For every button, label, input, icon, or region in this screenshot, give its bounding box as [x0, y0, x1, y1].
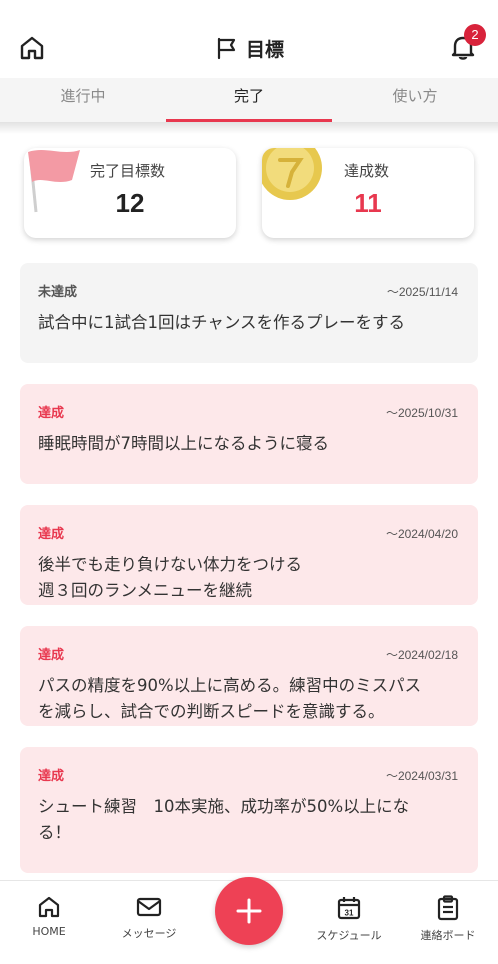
- goal-deadline: 〜2024/03/31: [385, 769, 458, 783]
- summary-cards: 完了目標数 12 達成数 11: [24, 148, 474, 240]
- goal-text-line: パスの精度を90%以上に高める。練習中のミスパス: [38, 676, 422, 695]
- nav-schedule-label: スケジュール: [316, 929, 382, 942]
- completed-goals-value: 12: [115, 188, 145, 218]
- goal-card[interactable]: 達成 〜2024/03/31 シュート練習 10本実施、成功率が50%以上にな …: [20, 747, 478, 873]
- achieved-goals-value: 11: [354, 188, 382, 218]
- tab-completed[interactable]: 完了: [166, 78, 332, 122]
- achieved-goals-card: 達成数 11: [262, 148, 474, 238]
- goal-card[interactable]: 達成 〜2024/02/18 パスの精度を90%以上に高める。練習中のミスパス …: [20, 626, 478, 726]
- goal-deadline: 〜2024/02/18: [385, 648, 458, 662]
- nav-home-label: HOME: [32, 925, 66, 938]
- goal-text: シュート練習 10本実施、成功率が50%以上にな る！: [38, 794, 460, 846]
- goal-text-line: 後半でも走り負けない体力をつける: [38, 555, 302, 574]
- goal-deadline: 〜2025/10/31: [385, 406, 458, 420]
- add-goal-button[interactable]: [215, 877, 283, 945]
- notification-badge: 2: [464, 24, 486, 46]
- goal-text-line: る！: [38, 823, 71, 842]
- goal-text: 後半でも走り負けない体力をつける 週３回のランメニューを継続: [38, 552, 460, 604]
- goal-text-line: 週３回のランメニューを継続: [38, 581, 253, 600]
- calendar-day: 31: [345, 909, 354, 918]
- calendar-icon: 31: [337, 897, 361, 920]
- page-title: 目標: [245, 38, 284, 61]
- nav-home[interactable]: HOME: [4, 895, 94, 938]
- bottom-nav: HOME メッセージ 31 スケジュール 連絡ボード: [0, 877, 498, 964]
- tab-in-progress[interactable]: 進行中: [0, 78, 166, 122]
- tab-how-to-use[interactable]: 使い方: [332, 78, 498, 122]
- page-title-group: 目標: [0, 34, 498, 62]
- mail-icon: [136, 897, 162, 917]
- goal-text: 試合中に1試合1回はチャンスを作るプレーをする: [38, 313, 406, 332]
- nav-message[interactable]: メッセージ: [104, 895, 194, 941]
- goal-deadline: 〜2025/11/14: [386, 285, 458, 299]
- clipboard-icon: [437, 895, 459, 921]
- completed-goals-label: 完了目標数: [90, 162, 166, 180]
- goal-text: パスの精度を90%以上に高める。練習中のミスパス を減らし、試合での判断スピード…: [38, 673, 460, 725]
- goal-text-line: を減らし、試合での判断スピードを意識する。: [38, 702, 385, 721]
- goal-deadline: 〜2024/04/20: [385, 527, 458, 541]
- tab-divider: [0, 122, 498, 134]
- tab-bar: 進行中 完了 使い方: [0, 78, 498, 122]
- nav-board-label: 連絡ボード: [420, 929, 476, 942]
- plus-icon: [236, 898, 262, 924]
- nav-message-label: メッセージ: [121, 927, 177, 940]
- goal-text: 睡眠時間が7時間以上になるように寝る: [38, 434, 329, 453]
- home-icon: [38, 896, 60, 918]
- achieved-goals-label: 達成数: [344, 162, 390, 180]
- completed-goals-card: 完了目標数 12: [24, 148, 236, 238]
- goal-card[interactable]: 達成 〜2024/04/20 後半でも走り負けない体力をつける 週３回のランメニ…: [20, 505, 478, 605]
- app-header: 目標 2: [0, 0, 498, 78]
- flag-icon: [217, 37, 236, 60]
- goal-card[interactable]: 未達成 〜2025/11/14 試合中に1試合1回はチャンスを作るプレーをする: [20, 263, 478, 363]
- goal-text-line: シュート練習 10本実施、成功率が50%以上にな: [38, 797, 410, 816]
- notification-button[interactable]: 2: [448, 24, 486, 62]
- nav-board[interactable]: 連絡ボード: [403, 895, 493, 943]
- goal-card[interactable]: 達成 〜2025/10/31 睡眠時間が7時間以上になるように寝る: [20, 384, 478, 484]
- nav-schedule[interactable]: 31 スケジュール: [304, 895, 394, 943]
